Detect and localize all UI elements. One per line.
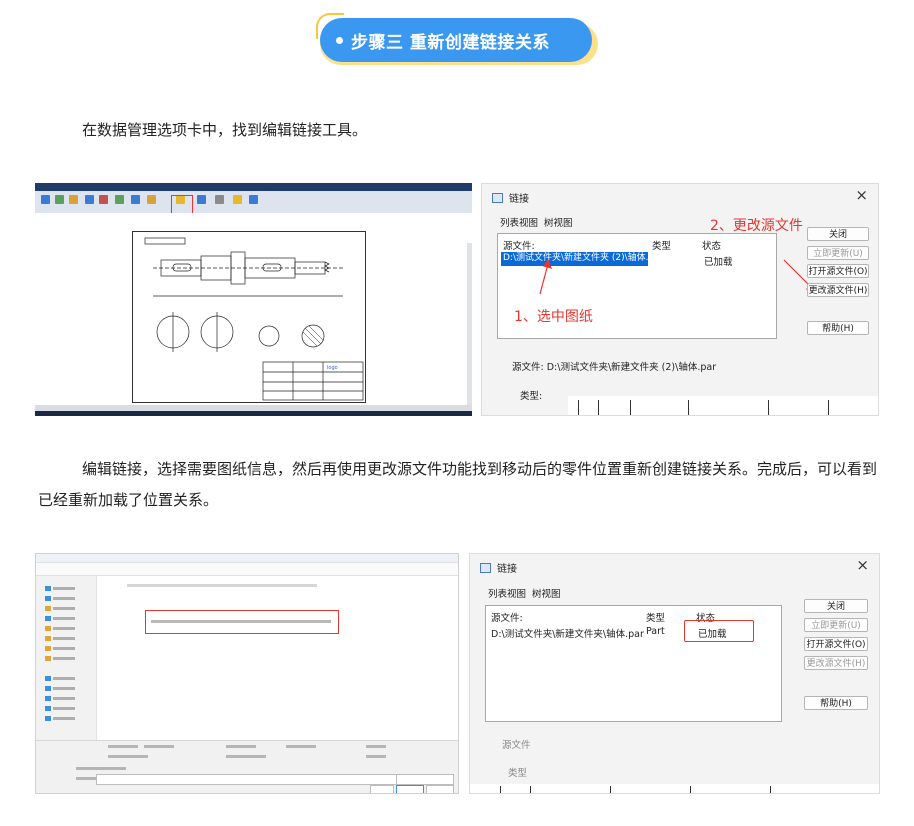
update-now-button[interactable]: 立即更新(U) <box>804 618 868 632</box>
file-dialog-cancel-button[interactable] <box>426 785 454 793</box>
dialog-title: 链接 <box>480 560 517 575</box>
file-dialog-title-bar <box>36 554 458 563</box>
bullet-dot-icon <box>336 36 343 44</box>
open-source-button[interactable]: 打开源文件(O) <box>804 637 868 651</box>
row-type: Part <box>646 626 665 637</box>
source-file-label: 源文件 <box>502 740 531 751</box>
dialog-tabs: 列表视图 树视图 <box>488 586 567 600</box>
step-banner: 步骤三 重新创建链接关系 <box>312 10 604 70</box>
help-button[interactable]: 帮助(H) <box>807 321 869 335</box>
dialog-title-text: 链接 <box>497 564 517 575</box>
file-dialog-open-button[interactable] <box>396 785 424 793</box>
close-button[interactable]: 关闭 <box>807 227 869 241</box>
file-dialog-options <box>36 740 458 793</box>
banner-title: 步骤三 重新创建链接关系 <box>351 32 550 53</box>
link-dialog-1: 链接 × 列表视图 树视图 源文件: 类型 状态 D:\测试文件夹\新建文件夹 (… <box>481 183 879 416</box>
close-button[interactable]: 关闭 <box>804 599 868 613</box>
cad-title-bar <box>35 183 472 191</box>
paragraph-find-tool: 在数据管理选项卡中，找到编辑链接工具。 <box>82 121 368 139</box>
source-file-path: D:\测试文件夹\新建文件夹 (2)\轴体.par <box>546 362 717 373</box>
close-icon[interactable]: × <box>856 556 869 574</box>
tab-tree-view[interactable]: 树视图 <box>532 589 561 600</box>
change-source-button[interactable]: 更改源文件(H) <box>807 283 869 297</box>
link-window-icon <box>480 562 491 573</box>
row-source[interactable]: D:\测试文件夹\新建文件夹\轴体.par <box>491 626 644 640</box>
taskbar <box>35 411 472 416</box>
file-dialog-screenshot <box>35 553 459 794</box>
file-list[interactable] <box>97 576 458 740</box>
file-name-input[interactable] <box>96 774 398 785</box>
open-source-button[interactable]: 打开源文件(O) <box>807 264 869 278</box>
file-type-select[interactable] <box>396 774 454 785</box>
change-source-button[interactable]: 更改源文件(H) <box>804 656 868 670</box>
cad-ribbon <box>35 191 472 223</box>
type-label: 类型 <box>508 768 528 779</box>
col-type: 类型 <box>646 613 666 624</box>
selected-file-highlight[interactable] <box>145 610 339 634</box>
update-now-button[interactable]: 立即更新(U) <box>807 246 869 260</box>
status-highlight <box>684 620 754 642</box>
banner-pill: 步骤三 重新创建链接关系 <box>320 18 592 62</box>
navigation-pane[interactable] <box>36 576 97 740</box>
cad-drawing-canvas[interactable]: logo <box>35 213 472 416</box>
type-label: 类型: <box>520 391 543 402</box>
annotation-arrows-icon <box>539 258 817 295</box>
file-dialog-button-a[interactable] <box>370 785 394 793</box>
cad-screenshot: logo <box>35 183 472 416</box>
help-button[interactable]: 帮助(H) <box>804 696 868 710</box>
drawing-sheet: logo <box>132 231 366 403</box>
address-bar[interactable] <box>36 563 458 576</box>
svg-text:logo: logo <box>327 365 338 371</box>
cad-side-toolbar <box>467 243 472 416</box>
tab-list-view[interactable]: 列表视图 <box>488 589 526 600</box>
link-dialog-2: 链接 × 列表视图 树视图 源文件: 类型 状态 D:\测试文件夹\新建文件夹\轴… <box>469 553 880 794</box>
source-file-label: 源文件: D:\测试文件夹\新建文件夹 (2)\轴体.par <box>512 362 717 373</box>
shaft-drawing-icon: logo <box>144 237 364 401</box>
links-list[interactable]: 源文件: 类型 状态 D:\测试文件夹\新建文件夹\轴体.par Part 已加… <box>485 605 782 722</box>
paragraph-edit-link: 编辑链接，选择需要图纸信息，然后再使用更改源文件功能找到移动后的零件位置重新创建… <box>38 460 878 509</box>
col-source: 源文件: <box>491 613 523 624</box>
background-drawing-strip <box>470 784 879 793</box>
background-drawing-strip <box>568 396 878 415</box>
